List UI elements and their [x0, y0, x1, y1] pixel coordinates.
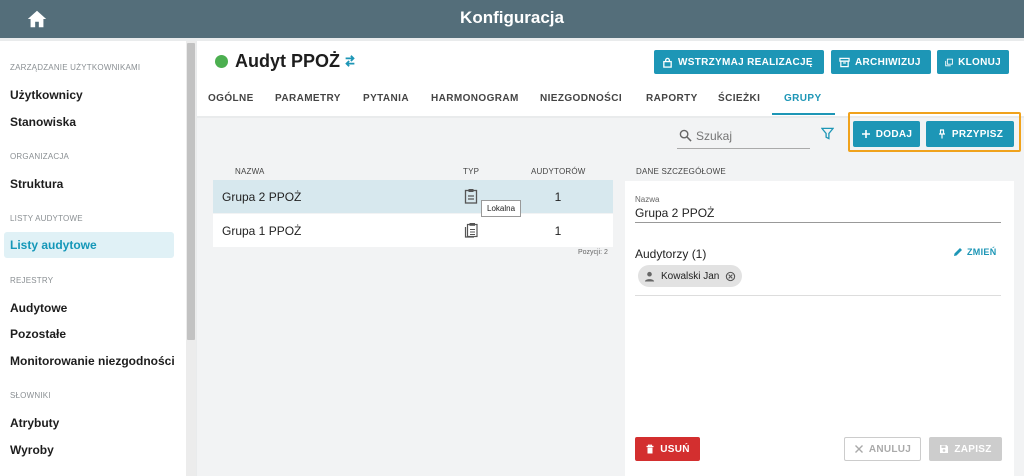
save-button-label: ZAPISZ	[954, 443, 992, 455]
sidebar-item-audit-registers[interactable]: Audytowe	[10, 301, 67, 315]
plus-icon	[861, 130, 870, 138]
suspend-button[interactable]: WSTRZYMAJ REALIZACJĘ	[654, 50, 824, 74]
add-button-label: DODAJ	[875, 128, 913, 140]
sidebar-item-structure[interactable]: Struktura	[10, 177, 63, 191]
delete-button[interactable]: USUŃ	[635, 437, 700, 461]
sidebar-item-users[interactable]: Użytkownicy	[10, 88, 83, 102]
person-icon	[644, 271, 655, 282]
name-field-label: Nazwa	[635, 195, 660, 204]
name-field[interactable]: Grupa 2 PPOŻ	[635, 206, 714, 220]
clone-button[interactable]: KLONUJ	[937, 50, 1009, 74]
filter-icon[interactable]	[821, 127, 834, 140]
close-icon	[854, 445, 863, 453]
divider	[635, 295, 1001, 296]
trash-icon	[646, 444, 654, 454]
sidebar-section-heading: ORGANIZACJA	[10, 152, 70, 161]
auditors-label: Audytorzy (1)	[635, 247, 707, 261]
tab-schedule[interactable]: HARMONOGRAM	[431, 93, 519, 104]
tab-paths[interactable]: ŚCIEŻKI	[718, 93, 760, 104]
sidebar-section-heading: REJESTRY	[10, 276, 54, 285]
status-indicator	[215, 55, 228, 68]
item-count: Pozycji: 2	[578, 249, 608, 256]
sidebar-section-heading: SŁOWNIKI	[10, 391, 51, 400]
pencil-icon	[954, 248, 962, 256]
name-field-underline	[635, 222, 1001, 223]
sidebar-item-audit-lists[interactable]: Listy audytowe	[4, 232, 174, 258]
save-icon	[940, 445, 949, 453]
auditor-count: 1	[554, 190, 562, 204]
search-field[interactable]	[677, 124, 810, 149]
suspend-button-label: WSTRZYMAJ REALIZACJĘ	[678, 56, 813, 68]
clipboard-icon[interactable]	[464, 188, 478, 204]
archive-button-label: ARCHIWIZUJ	[855, 56, 921, 68]
change-button-label: ZMIEŃ	[967, 247, 997, 257]
sidebar-item-other-registers[interactable]: Pozostałe	[10, 327, 66, 341]
add-button[interactable]: DODAJ	[853, 121, 920, 147]
archive-button[interactable]: ARCHIWIZUJ	[831, 50, 931, 74]
table-row[interactable]: Grupa 2 PPOŻ 1	[213, 180, 613, 213]
clone-button-label: KLONUJ	[958, 56, 1001, 68]
type-tooltip: Lokalna	[481, 200, 522, 217]
column-header-name[interactable]: NAZWA	[235, 167, 265, 176]
sidebar: ZARZĄDZANIE UŻYTKOWNIKAMI Użytkownicy St…	[0, 41, 186, 476]
tab-general[interactable]: OGÓLNE	[208, 93, 254, 104]
tab-questions[interactable]: PYTANIA	[363, 93, 409, 104]
sidebar-item-positions[interactable]: Stanowiska	[10, 115, 76, 129]
tab-parameters[interactable]: PARAMETRY	[275, 93, 341, 104]
search-icon	[679, 129, 692, 142]
sidebar-item-nonconformity-monitoring[interactable]: Monitorowanie niezgodności	[10, 354, 175, 368]
audit-header: Audyt PPOŻ WSTRZYMAJ REALIZACJĘ ARCHIWIZ…	[197, 41, 1024, 116]
assign-button-label: PRZYPISZ	[951, 128, 1004, 140]
app-title: Konfiguracja	[460, 8, 564, 27]
pin-icon	[938, 129, 945, 139]
table-row[interactable]: Grupa 1 PPOŻ 1	[213, 214, 613, 247]
details-heading: DANE SZCZEGÓŁOWE	[636, 167, 726, 176]
top-bar: Konfiguracja	[0, 0, 1024, 38]
column-header-auditors[interactable]: AUDYTORÓW	[531, 167, 586, 176]
sidebar-section-heading: ZARZĄDZANIE UŻYTKOWNIKAMI	[10, 63, 141, 72]
sidebar-item-attributes[interactable]: Atrybuty	[10, 416, 59, 430]
save-button[interactable]: ZAPISZ	[929, 437, 1002, 461]
assign-button[interactable]: PRZYPISZ	[926, 121, 1014, 147]
delete-button-label: USUŃ	[660, 443, 690, 455]
archive-icon	[839, 57, 850, 67]
group-name: Grupa 2 PPOŻ	[222, 190, 302, 204]
copy-clipboard-icon[interactable]	[464, 222, 478, 238]
page-title: Audyt PPOŻ	[235, 51, 341, 71]
tab-groups[interactable]: GRUPY	[784, 93, 822, 104]
tab-reports[interactable]: RAPORTY	[646, 93, 698, 104]
remove-chip-icon[interactable]	[725, 271, 736, 282]
swap-icon[interactable]	[343, 54, 357, 68]
scrollbar-thumb[interactable]	[187, 43, 195, 340]
lock-icon	[663, 57, 672, 68]
tab-nonconformities[interactable]: NIEZGODNOŚCI	[540, 93, 622, 104]
sidebar-section-heading: LISTY AUDYTOWE	[10, 214, 83, 223]
active-tab-indicator	[772, 113, 835, 115]
search-input[interactable]	[696, 126, 806, 146]
details-panel: Nazwa Grupa 2 PPOŻ Audytorzy (1) ZMIEŃ K…	[625, 181, 1014, 476]
auditor-chip: Kowalski Jan	[638, 265, 743, 287]
cancel-button-label: ANULUJ	[868, 443, 912, 455]
auditor-count: 1	[554, 224, 562, 238]
groups-content: DODAJ PRZYPISZ NAZWA TYP AUDYTORÓW Grupa…	[197, 112, 1024, 476]
copy-icon	[945, 58, 953, 66]
group-name: Grupa 1 PPOŻ	[222, 224, 302, 238]
auditor-name: Kowalski Jan	[661, 270, 720, 282]
sidebar-item-products[interactable]: Wyroby	[10, 443, 54, 457]
sidebar-scrollbar[interactable]	[186, 41, 196, 476]
change-auditors-button[interactable]: ZMIEŃ	[953, 247, 997, 257]
cancel-button[interactable]: ANULUJ	[844, 437, 921, 461]
column-header-type[interactable]: TYP	[463, 167, 479, 176]
